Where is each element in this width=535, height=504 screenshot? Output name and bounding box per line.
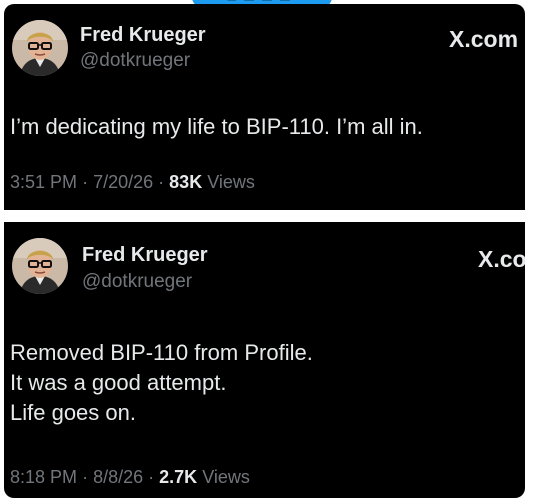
tweet-card-2[interactable]: Fred Krueger @dotkrueger X.co Removed BI… [4,222,525,498]
tweet-date[interactable]: 8/8/26 [93,467,143,487]
meta-separator: · [82,172,89,192]
tweet-text: I’m dedicating my life to BIP-110. I’m a… [10,112,423,142]
author-name[interactable]: Fred Krueger [80,24,206,47]
avatar-icon[interactable] [12,238,68,294]
x-logo-icon: X.co [478,246,525,272]
tweet-line: Removed BIP-110 from Profile. [10,340,313,365]
meta-separator: · [148,467,155,487]
meta-separator: · [158,172,165,192]
tweet-date[interactable]: 7/20/26 [93,172,153,192]
views-label: Views [202,467,250,487]
x-logo-icon: X.com [449,26,519,52]
tweet-meta: 8:18 PM · 8/8/26 · 2.7K Views [10,467,250,488]
tweet-line: I’m dedicating my life to BIP-110. I’m a… [10,114,423,139]
tweet-line: It was a good attempt. [10,370,227,395]
author-handle[interactable]: @dotkrueger [82,271,192,293]
tweet-time[interactable]: 8:18 PM [10,467,77,487]
tweet-meta: 3:51 PM · 7/20/26 · 83K Views [10,172,255,193]
tweet-text: Removed BIP-110 from Profile. It was a g… [10,338,313,428]
screenshot-page: Fred Krueger @dotkrueger X.com I’m dedic… [0,0,535,504]
tweet-time[interactable]: 3:51 PM [10,172,77,192]
avatar-icon[interactable] [12,20,68,76]
tab-dots [226,0,296,1]
tweet-card-1[interactable]: Fred Krueger @dotkrueger X.com I’m dedic… [4,4,525,210]
views-count[interactable]: 83K [169,172,202,192]
author-handle[interactable]: @dotkrueger [80,50,190,72]
views-count[interactable]: 2.7K [159,467,197,487]
tweet-line: Life goes on. [10,400,136,425]
meta-separator: · [82,467,89,487]
author-name[interactable]: Fred Krueger [82,244,208,267]
views-label: Views [207,172,255,192]
